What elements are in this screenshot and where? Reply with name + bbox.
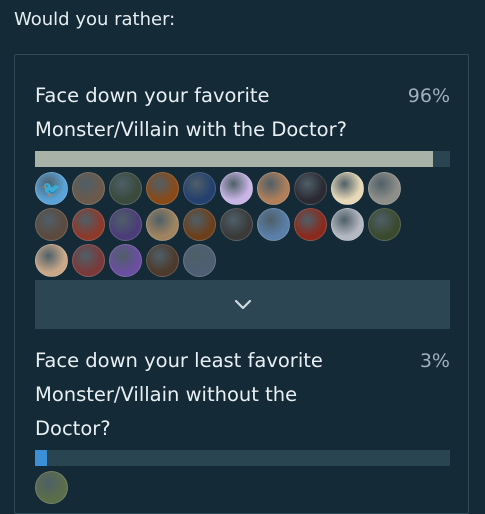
option-percent: 96% [407, 85, 450, 107]
person-avatar[interactable] [294, 172, 327, 205]
bird-avatar[interactable]: 🐦 [35, 172, 68, 205]
poll-card: Face down your favorite Monster/Villain … [14, 54, 469, 514]
fire-avatar[interactable] [146, 172, 179, 205]
person-avatar[interactable] [183, 244, 216, 277]
poll-option-2[interactable]: Face down your least favorite Monster/Vi… [35, 344, 450, 504]
option-percent: 3% [419, 350, 450, 372]
person-avatar[interactable] [72, 244, 105, 277]
person-avatar[interactable] [368, 172, 401, 205]
vote-bar-fill [35, 151, 434, 167]
ghost-avatar[interactable] [220, 172, 253, 205]
person-avatar[interactable] [368, 208, 401, 241]
voter-avatars: 🐦 [35, 172, 435, 277]
glow-avatar[interactable] [109, 244, 142, 277]
person-avatar[interactable] [35, 471, 68, 504]
person-avatar[interactable] [146, 208, 179, 241]
option-title: Face down your least favorite Monster/Vi… [35, 349, 323, 440]
vote-bar-track [35, 151, 450, 167]
person-avatar[interactable] [109, 208, 142, 241]
seal-avatar[interactable] [294, 208, 327, 241]
person-avatar[interactable] [35, 208, 68, 241]
person-avatar[interactable] [109, 172, 142, 205]
person-avatar[interactable] [331, 208, 364, 241]
person-avatar[interactable] [72, 208, 105, 241]
person-avatar[interactable] [72, 172, 105, 205]
vote-bar-fill [35, 450, 48, 466]
duck-avatar[interactable] [331, 172, 364, 205]
chevron-down-icon [234, 299, 251, 309]
voter-avatars [35, 471, 435, 504]
poll-option-1[interactable]: Face down your favorite Monster/Villain … [35, 79, 450, 277]
vote-bar-track [35, 450, 450, 466]
expand-voters-button[interactable] [35, 280, 450, 329]
portal-avatar[interactable] [257, 208, 290, 241]
person-avatar[interactable] [35, 244, 68, 277]
person-avatar[interactable] [257, 172, 290, 205]
option-title: Face down your favorite Monster/Villain … [35, 84, 347, 141]
poll-prompt: Would you rather: [14, 9, 176, 30]
person-avatar[interactable] [183, 208, 216, 241]
tardis-avatar[interactable] [183, 172, 216, 205]
person-avatar[interactable] [146, 244, 179, 277]
skull-avatar[interactable] [220, 208, 253, 241]
